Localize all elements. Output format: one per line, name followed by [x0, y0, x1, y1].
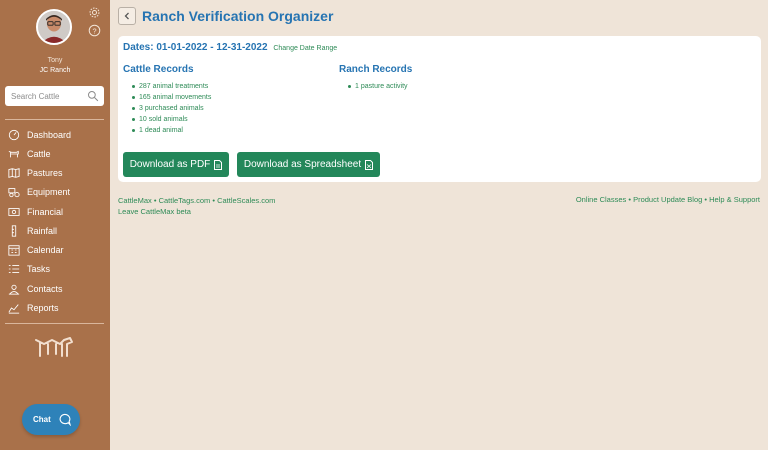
rainfall-icon	[7, 224, 20, 237]
cattle-records-list: 287 animal treatments 165 animal movemen…	[130, 81, 211, 136]
back-button[interactable]	[118, 7, 136, 25]
list-item[interactable]: 1 dead animal	[130, 125, 211, 136]
sidebar-item-financial[interactable]: Financial	[0, 203, 110, 220]
sidebar-item-label: Tasks	[27, 263, 51, 274]
calendar-icon	[7, 243, 20, 256]
sidebar-item-reports[interactable]: Reports	[0, 299, 110, 316]
financial-icon	[7, 205, 20, 218]
footer-link-cattlescales[interactable]: CattleScales.com	[217, 196, 275, 205]
download-pdf-button[interactable]: Download as PDF	[123, 152, 229, 177]
footer-link-update-blog[interactable]: Product Update Blog	[633, 195, 702, 204]
sidebar-item-label: Calendar	[27, 244, 64, 255]
chat-label: Chat	[33, 415, 51, 424]
sidebar-item-cattle[interactable]: Cattle	[0, 145, 110, 162]
sidebar-item-equipment[interactable]: Equipment	[0, 183, 110, 200]
sidebar-item-label: Financial	[27, 206, 64, 217]
report-card: Dates: 01-01-2022 - 12-31-2022 Change Da…	[118, 36, 761, 182]
footer-left: CattleMax • CattleTags.com • CattleScale…	[118, 195, 275, 217]
list-item[interactable]: 3 purchased animals	[130, 103, 211, 114]
spreadsheet-file-icon	[365, 159, 374, 170]
list-item[interactable]: 1 pasture activity	[346, 81, 408, 92]
ranch-name: JC Ranch	[39, 67, 71, 74]
svg-text:?: ?	[92, 26, 96, 35]
leave-beta-link[interactable]: Leave CattleMax beta	[118, 207, 191, 216]
sidebar-item-label: Reports	[27, 302, 59, 313]
cattle-icon	[7, 147, 20, 160]
search-input[interactable]	[5, 86, 85, 106]
ranch-records-list: 1 pasture activity	[346, 81, 408, 92]
search-box	[5, 86, 104, 106]
page-title: Ranch Verification Organizer	[142, 8, 334, 24]
download-pdf-label: Download as PDF	[129, 159, 211, 170]
cattle-records-title: Cattle Records	[123, 64, 194, 75]
user-name: Tony	[47, 57, 63, 64]
sidebar-item-label: Pastures	[27, 167, 63, 178]
sidebar-item-label: Dashboard	[27, 129, 72, 140]
footer-link-online-classes[interactable]: Online Classes	[576, 195, 626, 204]
avatar[interactable]	[36, 9, 72, 45]
footer-link-cattlemax[interactable]: CattleMax	[118, 196, 152, 205]
sidebar: ? Tony JC Ranch Dashboard Cattle Pasture…	[0, 0, 110, 450]
ranch-records-title: Ranch Records	[339, 64, 413, 75]
chevron-left-icon	[124, 12, 129, 20]
settings-gear-icon[interactable]	[88, 6, 101, 19]
equipment-icon	[7, 185, 20, 198]
list-item[interactable]: 10 sold animals	[130, 114, 211, 125]
footer-right: Online Classes • Product Update Blog • H…	[576, 195, 760, 204]
sidebar-item-label: Rainfall	[27, 225, 58, 236]
sidebar-divider	[5, 119, 104, 120]
date-range: Dates: 01-01-2022 - 12-31-2022 Change Da…	[123, 42, 337, 53]
sidebar-item-label: Cattle	[27, 148, 51, 159]
pdf-file-icon	[214, 159, 223, 170]
cattlemax-logo-icon	[35, 337, 73, 357]
pastures-icon	[7, 166, 20, 179]
sidebar-item-dashboard[interactable]: Dashboard	[0, 126, 110, 143]
sidebar-item-tasks[interactable]: Tasks	[0, 260, 110, 277]
date-range-text: Dates: 01-01-2022 - 12-31-2022	[123, 42, 268, 53]
change-date-range-link[interactable]: Change Date Range	[273, 45, 337, 52]
sidebar-item-label: Contacts	[27, 283, 63, 294]
sidebar-item-contacts[interactable]: Contacts	[0, 280, 110, 297]
contacts-icon	[7, 282, 20, 295]
search-icon[interactable]	[87, 90, 99, 102]
sidebar-item-label: Equipment	[27, 186, 71, 197]
dashboard-icon	[7, 128, 20, 141]
chat-bubble-icon	[59, 413, 71, 426]
sidebar-item-pastures[interactable]: Pastures	[0, 164, 110, 181]
help-icon[interactable]: ?	[88, 24, 101, 37]
sidebar-divider	[5, 323, 104, 324]
tasks-icon	[7, 262, 20, 275]
sidebar-item-rainfall[interactable]: Rainfall	[0, 222, 110, 239]
chat-button[interactable]: Chat	[22, 404, 80, 435]
list-item[interactable]: 165 animal movements	[130, 92, 211, 103]
sidebar-item-calendar[interactable]: Calendar	[0, 241, 110, 258]
list-item[interactable]: 287 animal treatments	[130, 81, 211, 92]
download-spreadsheet-label: Download as Spreadsheet	[243, 159, 362, 170]
footer-link-cattletags[interactable]: CattleTags.com	[159, 196, 211, 205]
download-spreadsheet-button[interactable]: Download as Spreadsheet	[237, 152, 380, 177]
footer-link-help-support[interactable]: Help & Support	[709, 195, 760, 204]
reports-icon	[7, 301, 20, 314]
